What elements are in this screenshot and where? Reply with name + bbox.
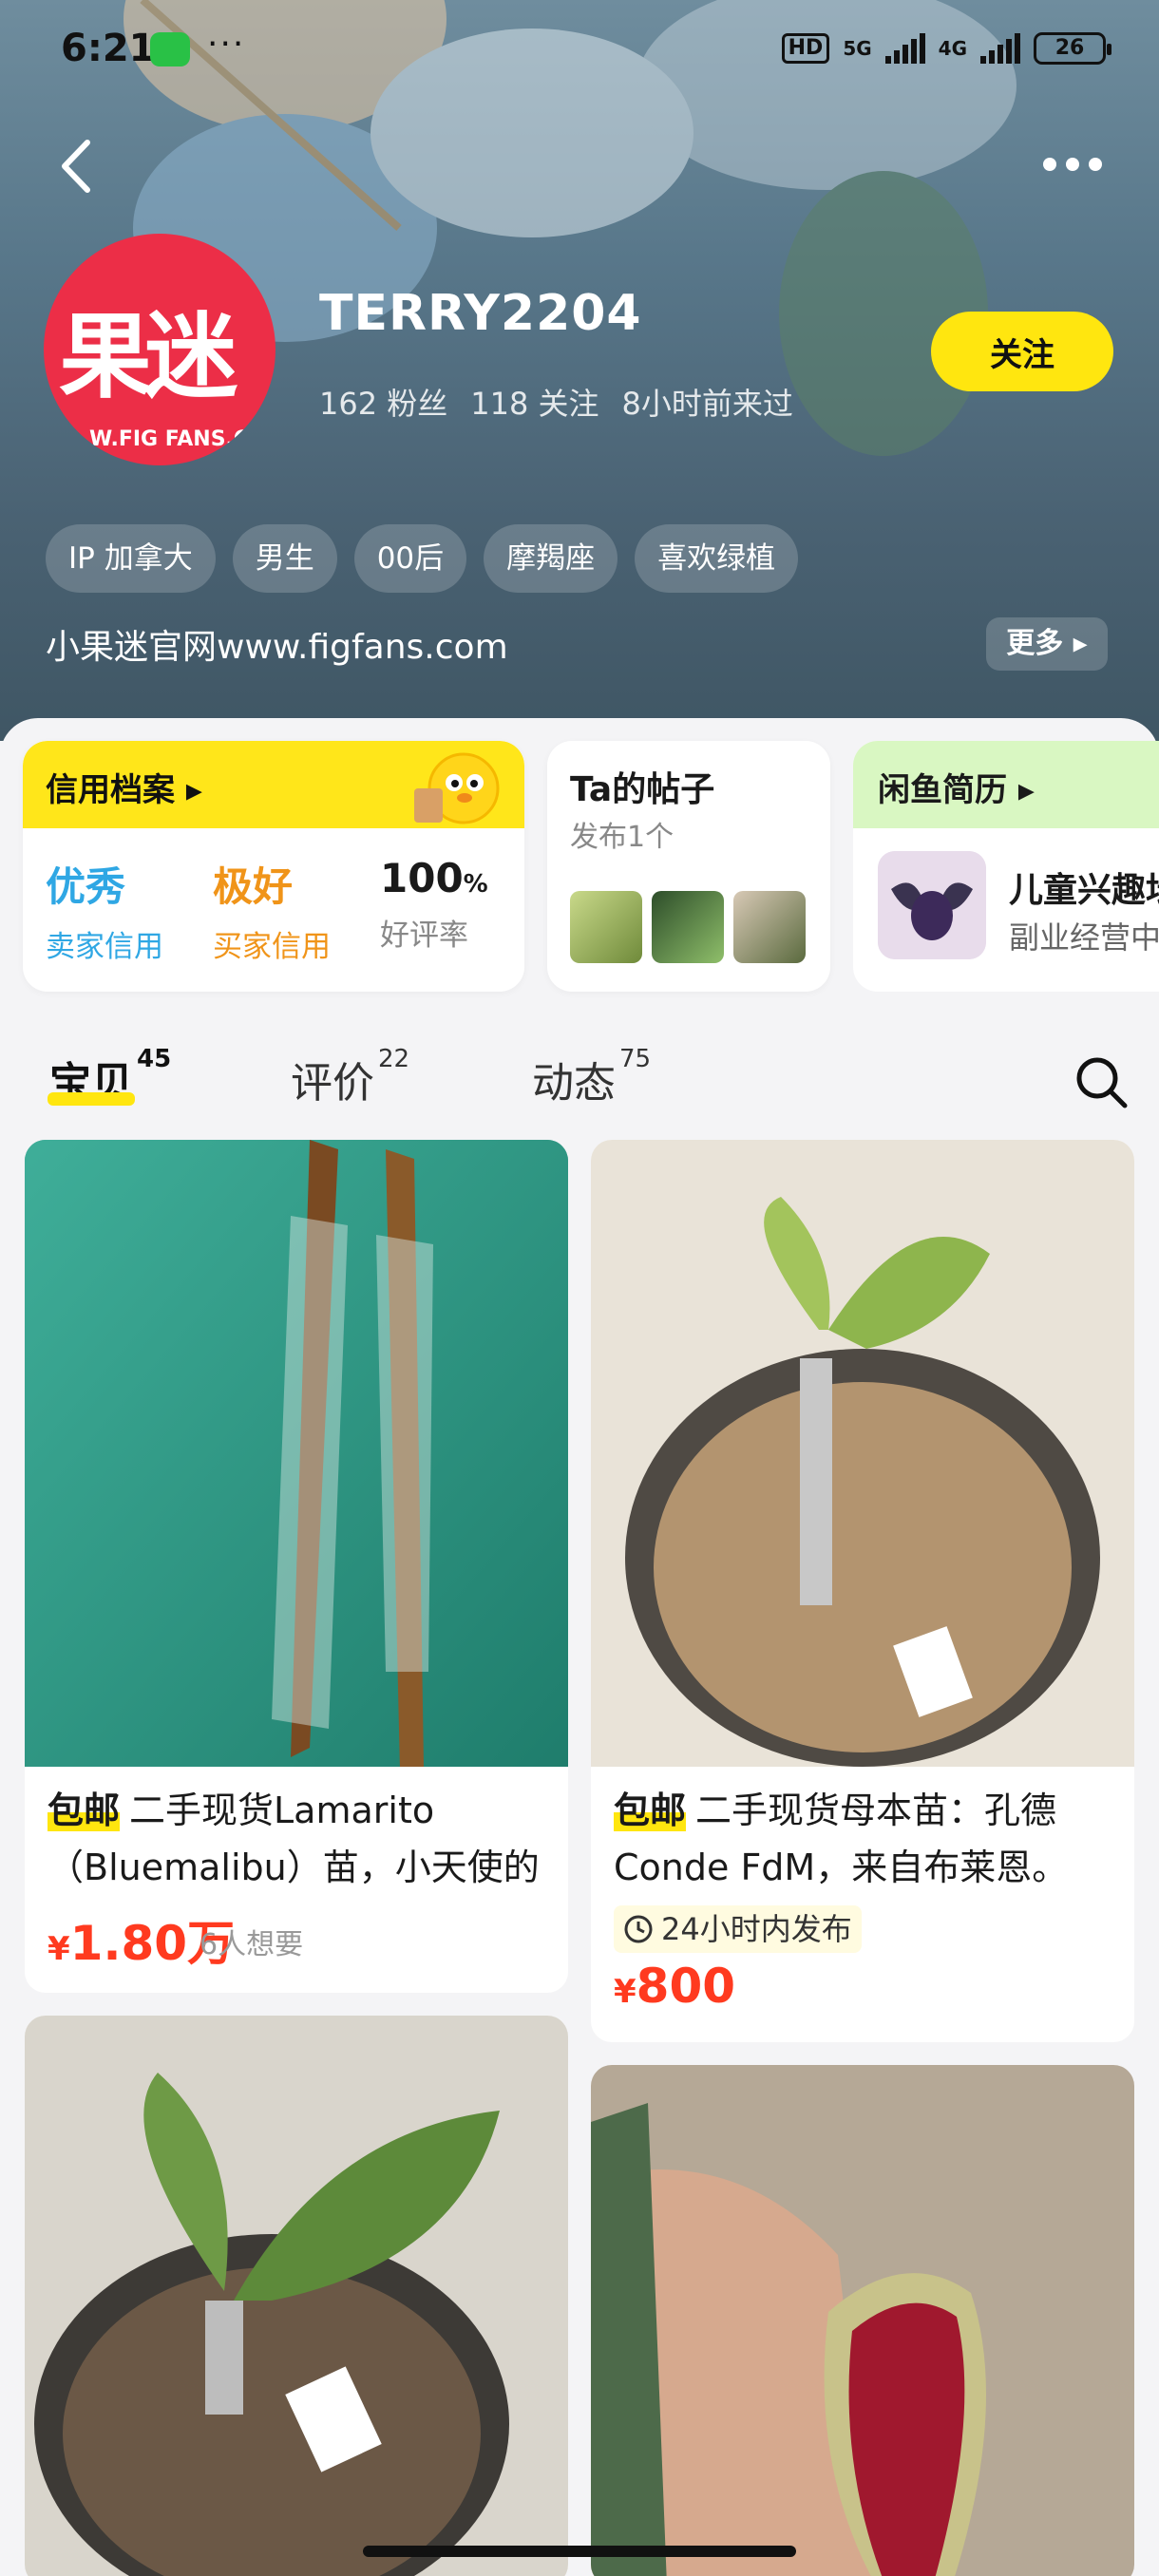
profile-tags: IP 加拿大 男生 00后 摩羯座 喜欢绿植: [46, 524, 799, 593]
tab-items-count: 45: [137, 1045, 172, 1073]
price-currency: ¥: [48, 1930, 70, 1968]
seller-credit-label: 卖家信用: [46, 930, 163, 964]
avatar[interactable]: 果迷 W.FIG FANS.C: [44, 234, 276, 465]
tab-reviews[interactable]: 评价 22: [291, 1045, 409, 1109]
status-more-dots: ···: [207, 25, 246, 64]
xianyu-resume-card[interactable]: 闲鱼简历 ▸ 儿童兴趣坛 副业经营中: [853, 741, 1159, 992]
resume-line-2: 副业经营中: [1009, 919, 1159, 956]
item-image: [25, 1140, 568, 1767]
post-thumbnail: [570, 891, 642, 963]
profile-tag: 00后: [353, 524, 467, 593]
buyer-credit-label: 买家信用: [213, 930, 331, 964]
network-5g-label: 5G: [843, 37, 872, 60]
good-rate-label: 好评率: [380, 919, 468, 953]
username: TERRY2204: [319, 285, 642, 342]
search-icon[interactable]: [1074, 1054, 1129, 1109]
profile-tag: 喜欢绿植: [635, 524, 799, 593]
item-card[interactable]: 包邮 二手现货Lamarito（Bluemalibu）苗，小天使的 ¥1.80万 …: [25, 1140, 568, 1993]
status-time: 6:21: [61, 27, 156, 70]
fig-angel-icon: [878, 851, 986, 959]
phone-call-icon: [150, 32, 190, 66]
item-price: ¥800: [614, 1959, 735, 2014]
profile-tag: IP 加拿大: [46, 524, 216, 593]
free-shipping-badge: 包邮: [48, 1790, 121, 1831]
profile-tag: 摩羯座: [484, 524, 618, 593]
more-options-icon[interactable]: [1043, 150, 1110, 179]
status-bar: 6:21 ··· HD 5G 4G 26: [0, 0, 1159, 104]
follow-button[interactable]: 关注: [931, 312, 1113, 391]
signal-icon: [980, 33, 1020, 64]
item-wants: 6人想要: [200, 1928, 304, 1961]
signal-icon: [884, 33, 925, 64]
item-card[interactable]: 包邮 二手现货母本苗：孔德Conde FdM，来自布莱恩。 24小时内发布 ¥80…: [591, 1140, 1134, 2042]
last-seen: 8小时前来过: [621, 386, 793, 422]
seller-credit-value: 优秀: [46, 863, 126, 910]
clock-icon: [624, 1915, 653, 1943]
item-image: [591, 1140, 1134, 1767]
profile-header: 6:21 ··· HD 5G 4G 26 果迷 W.FIG FANS.C TER…: [0, 0, 1159, 741]
item-image: [25, 2016, 568, 2576]
price-value: 800: [636, 1959, 736, 2014]
resume-line-1: 儿童兴趣坛: [1009, 871, 1159, 910]
published-badge: 24小时内发布: [614, 1905, 862, 1953]
bio-more-button[interactable]: 更多 ▸: [986, 617, 1108, 671]
credit-profile-card[interactable]: 信用档案 ▸ 优秀 卖家信用 极好 买家信用 100% 好评率: [23, 741, 524, 992]
resume-title: 闲鱼简历: [878, 771, 1007, 809]
bio-more-label: 更多: [1006, 627, 1064, 660]
item-card[interactable]: [591, 2065, 1134, 2576]
hd-icon: HD: [781, 33, 830, 64]
item-title: 包邮 二手现货母本苗：孔德Conde FdM，来自布莱恩。: [614, 1782, 1123, 1896]
posts-subtitle: 发布1个: [570, 821, 674, 854]
good-rate-value: 100: [380, 855, 464, 901]
tab-activity-count: 75: [619, 1045, 652, 1073]
avatar-logo-text: 果迷: [59, 303, 238, 411]
profile-tag: 男生: [232, 524, 337, 593]
following-count[interactable]: 118 关注: [470, 380, 598, 424]
tab-reviews-count: 22: [378, 1045, 410, 1073]
price-currency: ¥: [614, 1973, 636, 2011]
buyer-credit-value: 极好: [213, 863, 294, 910]
post-thumbnail: [733, 891, 806, 963]
tab-reviews-label: 评价: [291, 1059, 374, 1108]
posts-title: Ta的帖子: [570, 770, 715, 809]
published-text: 24小时内发布: [661, 1911, 852, 1947]
profile-bio: 小果迷官网www.figfans.com: [46, 628, 508, 667]
good-rate-unit: %: [463, 870, 488, 899]
item-image: [591, 2065, 1134, 2576]
network-4g-label: 4G: [938, 37, 967, 60]
battery-icon: 26: [1034, 32, 1112, 65]
tab-activity-label: 动态: [532, 1059, 616, 1108]
followers-count[interactable]: 162 粉丝: [319, 380, 447, 424]
item-title-text: 二手现货Lamarito（Bluemalibu）苗，小天使的: [48, 1790, 540, 1888]
mascot-icon: [414, 752, 500, 824]
back-arrow-icon[interactable]: [53, 133, 101, 199]
tab-activity[interactable]: 动态 75: [532, 1045, 651, 1109]
posts-card[interactable]: Ta的帖子 发布1个: [547, 741, 830, 992]
active-tab-indicator: [48, 1092, 135, 1106]
item-card[interactable]: [25, 2016, 568, 2576]
profile-stats: 162 粉丝 118 关注 8小时前来过: [319, 380, 793, 424]
item-title: 包邮 二手现货Lamarito（Bluemalibu）苗，小天使的: [48, 1782, 557, 1896]
home-indicator[interactable]: [363, 2546, 796, 2557]
avatar-logo-url: W.FIG FANS.C: [89, 427, 250, 451]
post-thumbnail: [652, 891, 724, 963]
free-shipping-badge: 包邮: [614, 1790, 687, 1831]
credit-title: 信用档案: [46, 771, 175, 809]
